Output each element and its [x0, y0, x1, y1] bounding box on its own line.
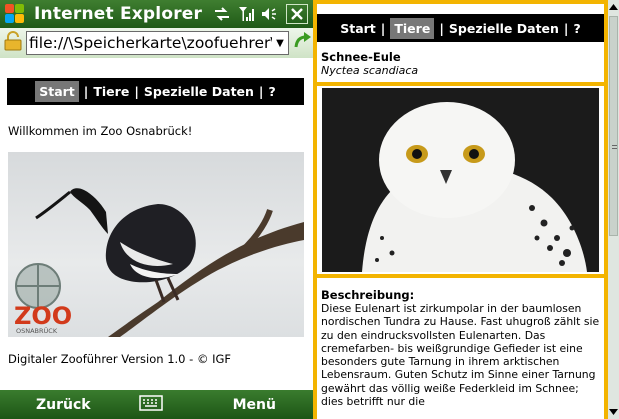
signal-icon[interactable]: [238, 5, 254, 23]
snowy-owl-photo: [322, 88, 599, 272]
menu-softkey[interactable]: Menü: [233, 397, 276, 413]
keyboard-icon[interactable]: [138, 394, 163, 415]
zoo-osnabrueck-logo: ZOO OSNABRÜCK: [12, 260, 82, 335]
scrollbar-thumb[interactable]: [609, 16, 618, 236]
softkey-bar: Zurück Menü: [0, 390, 313, 419]
connectivity-icon[interactable]: [213, 6, 231, 22]
lock-icon: [4, 31, 22, 55]
grip-icon: [612, 145, 617, 149]
close-icon[interactable]: [286, 4, 308, 24]
version-text: Digitaler Zooführer Version 1.0 - © IGF: [8, 352, 232, 366]
nav-link-tiere[interactable]: Tiere: [390, 17, 435, 39]
url-dropdown-icon[interactable]: ▼: [272, 32, 288, 54]
url-input[interactable]: file://\Speicherkarte\zoofuehrer\i ▼: [26, 31, 289, 55]
animal-name: Schnee-Eule: [321, 50, 401, 64]
url-text: file://\Speicherkarte\zoofuehrer\i: [29, 34, 280, 52]
scroll-up-icon[interactable]: [608, 0, 619, 14]
divider: [317, 274, 604, 278]
nav-link-tiere[interactable]: Tiere: [93, 84, 129, 99]
page-navigation: Start | Tiere | Spezielle Daten | ?: [317, 14, 604, 42]
volume-icon[interactable]: [261, 6, 279, 22]
nav-link-start[interactable]: Start: [35, 81, 79, 102]
nav-link-help[interactable]: ?: [574, 21, 581, 36]
logo-subtitle: OSNABRÜCK: [16, 326, 58, 335]
nav-separator: |: [83, 84, 89, 99]
ibis-photo: ZOO OSNABRÜCK: [8, 152, 304, 337]
page-navigation: Start | Tiere | Spezielle Daten | ?: [7, 78, 304, 105]
divider: [317, 82, 604, 86]
vertical-scrollbar[interactable]: [608, 0, 619, 419]
nav-separator: |: [380, 20, 386, 36]
description-label: Beschreibung:: [321, 288, 415, 302]
nav-separator: |: [258, 84, 264, 99]
nav-link-start[interactable]: Start: [340, 21, 376, 36]
back-softkey[interactable]: Zurück: [36, 397, 91, 413]
mobile-ie-window: Internet Explorer file://\Speicherkarte\…: [0, 0, 313, 419]
windows-logo-icon[interactable]: [4, 3, 26, 25]
go-arrow-icon[interactable]: [293, 31, 313, 55]
address-bar: file://\Speicherkarte\zoofuehrer\i ▼: [0, 28, 313, 58]
nav-separator: |: [563, 20, 569, 36]
title-bar: Internet Explorer: [0, 0, 313, 28]
logo-word: ZOO: [14, 302, 72, 330]
nav-link-help[interactable]: ?: [269, 84, 276, 99]
nav-link-spezielle-daten[interactable]: Spezielle Daten: [144, 84, 254, 99]
nav-link-spezielle-daten[interactable]: Spezielle Daten: [449, 21, 559, 36]
scroll-down-icon[interactable]: [608, 405, 619, 419]
animal-latin-name: Nyctea scandiaca: [321, 64, 419, 77]
nav-separator: |: [134, 84, 139, 99]
animal-detail-page: Start | Tiere | Spezielle Daten | ? Schn…: [313, 0, 608, 419]
welcome-text: Willkommen im Zoo Osnabrück!: [8, 124, 193, 138]
app-title: Internet Explorer: [34, 4, 203, 24]
nav-separator: |: [439, 20, 444, 36]
description-text: Diese Eulenart ist zirkumpolar in der ba…: [321, 302, 600, 409]
